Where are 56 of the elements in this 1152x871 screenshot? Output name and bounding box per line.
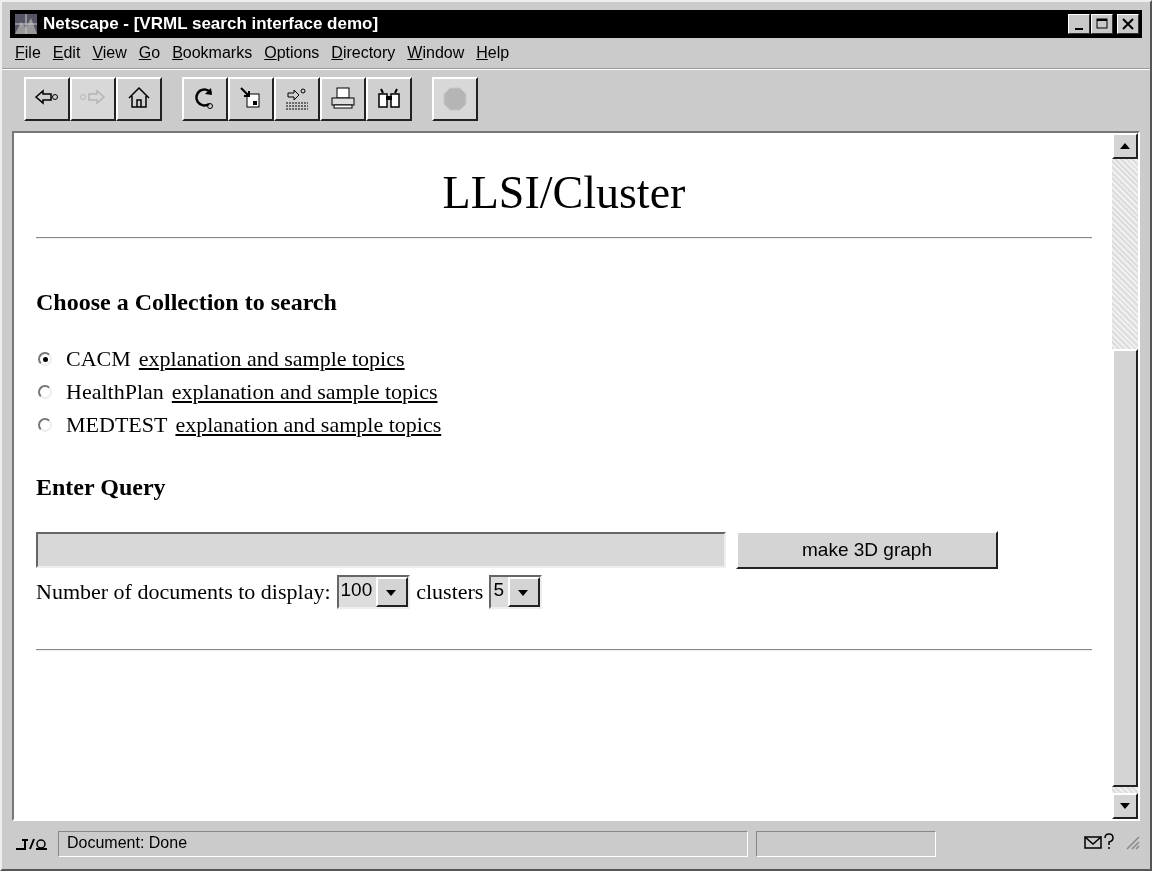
minimize-icon xyxy=(1075,27,1083,30)
documents-label: Number of documents to display: xyxy=(36,579,331,605)
maximize-button[interactable] xyxy=(1091,14,1113,34)
menu-item[interactable]: View xyxy=(89,42,136,68)
dropdown[interactable]: 5 xyxy=(489,575,542,609)
explanation-link[interactable]: explanation and sample topics xyxy=(171,379,438,405)
print-button[interactable] xyxy=(320,77,366,121)
close-button[interactable] xyxy=(1117,14,1139,34)
scroll-down-button[interactable] xyxy=(1112,793,1138,819)
down-arrow-icon xyxy=(1120,803,1130,809)
explanation-link[interactable]: explanation and sample topics xyxy=(138,346,405,372)
menu-item[interactable]: Help xyxy=(473,42,519,68)
maximize-icon xyxy=(1095,18,1109,30)
back-button[interactable] xyxy=(24,77,70,121)
radio-label: HealthPlan xyxy=(66,379,164,405)
menu-item[interactable]: Directory xyxy=(328,42,405,68)
close-icon xyxy=(1121,18,1135,30)
resize-grip-icon[interactable] xyxy=(1124,834,1140,850)
app-logo-icon xyxy=(15,14,37,34)
menu-item[interactable]: File xyxy=(12,42,50,68)
menu-item[interactable]: Bookmarks xyxy=(169,42,262,68)
mail-icon[interactable] xyxy=(1084,833,1116,851)
clusters-label: clusters xyxy=(416,579,484,605)
make-graph-button[interactable]: make 3D graph xyxy=(736,531,998,569)
radio-label: CACM xyxy=(66,346,131,372)
explanation-link[interactable]: explanation and sample topics xyxy=(175,412,442,438)
query-field[interactable] xyxy=(36,532,726,568)
page-heading: LLSI/Cluster xyxy=(441,166,687,220)
radio-button[interactable] xyxy=(38,418,52,432)
open-arrow-icon xyxy=(283,85,311,113)
dropdown[interactable]: 100 xyxy=(336,575,411,609)
status-text: Document: Done xyxy=(58,831,748,857)
section-heading: Choose a Collection to search xyxy=(36,289,338,316)
minimize-button[interactable] xyxy=(1068,14,1090,34)
security-key-icon xyxy=(14,837,48,851)
menu-item[interactable]: Edit xyxy=(49,42,90,68)
reload-button[interactable] xyxy=(182,77,228,121)
radio-button[interactable] xyxy=(38,385,52,399)
stop-icon xyxy=(441,85,469,113)
dropdown-arrow-icon xyxy=(518,590,528,596)
menu-item[interactable]: Window xyxy=(404,42,474,68)
scroll-thumb[interactable] xyxy=(1112,349,1138,787)
vertical-scrollbar[interactable] xyxy=(1112,133,1138,819)
find-button[interactable] xyxy=(366,77,412,121)
dropdown-arrow-icon xyxy=(386,590,397,596)
open-button[interactable] xyxy=(274,77,320,121)
radio-button[interactable] xyxy=(38,352,52,366)
home-button[interactable] xyxy=(116,77,162,121)
images-button[interactable] xyxy=(228,77,274,121)
radio-label: MEDTEST xyxy=(66,412,168,438)
scroll-up-button[interactable] xyxy=(1112,133,1138,159)
menu-item[interactable]: Options xyxy=(261,42,329,68)
up-arrow-icon xyxy=(1120,143,1130,149)
window-title: Netscape - [VRML search interface demo] xyxy=(43,14,380,34)
section-heading: Enter Query xyxy=(36,474,167,501)
menu-item[interactable]: Go xyxy=(135,42,170,68)
